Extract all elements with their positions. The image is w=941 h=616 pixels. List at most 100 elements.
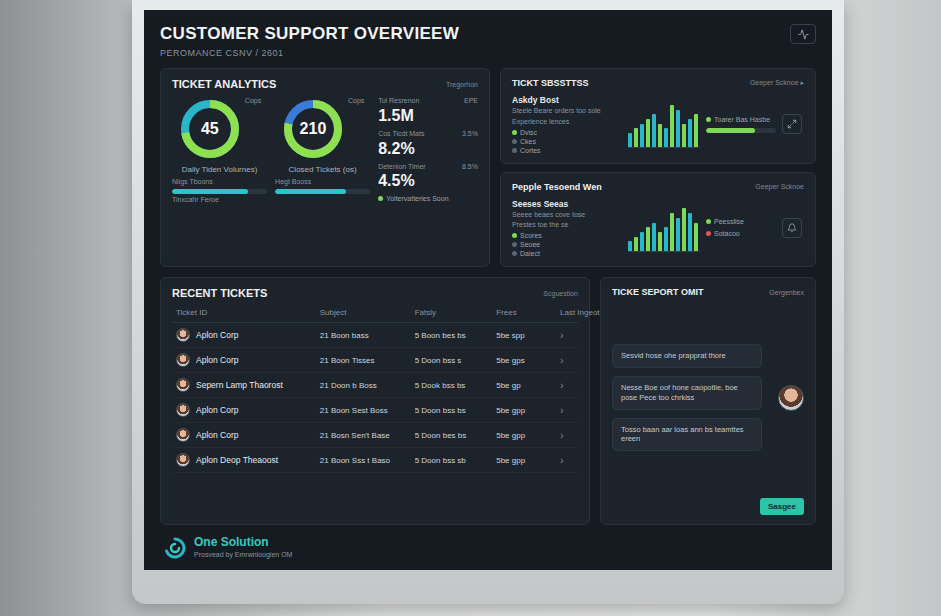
title-block: CUSTOMER SUPPORT OVERVIEEWPEROMANCE CSNV… xyxy=(160,24,459,58)
section-info: Seeses Seeas Seeee beaes cove tosePrestes… xyxy=(512,199,622,258)
legend-dot xyxy=(512,242,517,247)
donut-label: Daily Tiden Volurnes) xyxy=(182,165,258,174)
legend-dot xyxy=(512,130,517,135)
chart-bar xyxy=(694,114,698,147)
stat-row: Detenion Timer4.5%8.5% xyxy=(378,163,478,191)
chat-bubble: Nesse Boe oof hone caopotlie, boe pose P… xyxy=(612,376,762,410)
avatar xyxy=(176,328,190,342)
row-arrow[interactable]: › xyxy=(560,329,574,341)
table-row[interactable]: Aplon Corp21 Bosn Sen't Base5 Doon bes b… xyxy=(172,423,578,448)
panel-title: Pepple Tesoend Wen xyxy=(512,182,602,192)
subject-cell: 21 Doon b Boss xyxy=(320,381,409,390)
donut-bar-block: Nligs TboonsTinxcahr Feroe xyxy=(172,178,267,205)
stat-row: Cos Ticdt Mats8.2%3.5% xyxy=(378,130,478,158)
bar-label: Nligs Tboons xyxy=(172,178,267,187)
table-row[interactable]: Aplon Deop Theaoost21 Boon Sss t Baso5 D… xyxy=(172,448,578,473)
chart-bar xyxy=(682,124,686,148)
panel-link[interactable]: Geeper Scknoe ▸ xyxy=(750,79,804,87)
donut-label: Closed Tickets (os) xyxy=(289,165,357,174)
section-side: PeessliseSotacoo xyxy=(706,218,776,237)
section-button[interactable] xyxy=(782,114,802,134)
donut-wrap: 210Cops xyxy=(281,97,364,161)
chart-bar xyxy=(676,218,680,251)
legend-dot xyxy=(512,139,517,144)
section-name: Askdy Bost xyxy=(512,95,622,105)
row-arrow[interactable]: › xyxy=(560,379,574,391)
section-line: Prestes toe the se xyxy=(512,221,622,230)
activity-icon xyxy=(798,29,809,40)
table-row[interactable]: Aplon Corp21 Boon Sest Boss5 Doon bss bs… xyxy=(172,398,578,423)
bar-label: Hegt Booss xyxy=(275,178,370,187)
row-arrow[interactable]: › xyxy=(560,429,574,441)
panel-title: TICKET ANALYTICS xyxy=(172,78,276,90)
legend-item: Yoltervatteries Soon xyxy=(378,195,478,202)
table-row[interactable]: Sepern Lamp Thaorost21 Doon b Boss5 Dook… xyxy=(172,373,578,398)
bottom-row: RECENT TICKETSScguestionTicket IDSubject… xyxy=(160,277,816,525)
row-arrow[interactable]: › xyxy=(560,354,574,366)
donut-legend: Cops xyxy=(348,97,364,106)
top-row: TICKET ANALYTICSTregorhon45CopsDaily Tid… xyxy=(160,68,816,267)
chart-bar xyxy=(646,119,650,147)
priority-cell: 5 Boon bes bs xyxy=(415,331,491,340)
table-header: Ticket IDSubjectFatslyFreesLast Ingeotss xyxy=(172,306,578,323)
chat-button[interactable]: Sasgee xyxy=(760,498,804,515)
priority-cell: 5 Doon bss s xyxy=(415,356,491,365)
donut: 210 xyxy=(281,97,345,161)
table-row[interactable]: Aplon Corp21 Boon Tisses5 Doon bss s5be … xyxy=(172,348,578,373)
legend-item: Dvisc xyxy=(512,129,622,136)
chat-messages: Sesvid hose ohe prapprat thoreNesse Boe … xyxy=(612,344,770,451)
chart-bar xyxy=(634,128,638,147)
stat-main: Detenion Timer4.5% xyxy=(378,163,425,191)
tickets-table: Ticket IDSubjectFatslyFreesLast Ingeotss… xyxy=(172,306,578,473)
bell-icon xyxy=(787,223,797,233)
company-name: Sepern Lamp Thaorost xyxy=(196,380,283,390)
stat-label: Cos Ticdt Mats xyxy=(378,130,424,139)
legend-dot xyxy=(706,231,711,236)
section-name: Seeses Seeas xyxy=(512,199,622,209)
legend-dot xyxy=(512,148,517,153)
chart-bar xyxy=(670,105,674,147)
side-track xyxy=(706,128,776,133)
chart-bar xyxy=(682,208,686,250)
time-cell: 5be gpp xyxy=(496,456,554,465)
chart-bar xyxy=(628,133,632,147)
donut-legend: Cops xyxy=(245,97,261,106)
stat-main: Cos Ticdt Mats8.2% xyxy=(378,130,424,158)
row-arrow[interactable]: › xyxy=(560,404,574,416)
logo-icon xyxy=(164,537,186,559)
section-line: Experience lences xyxy=(512,118,622,127)
panel-caption: Scguestion xyxy=(543,290,578,297)
row-arrow[interactable]: › xyxy=(560,454,574,466)
subject-cell: 21 Bosn Sen't Base xyxy=(320,431,409,440)
time-cell: 5be gps xyxy=(496,356,554,365)
donut-column: 210Cops Closed Tickets (os) Hegt Booss xyxy=(275,97,370,257)
legend-dot xyxy=(512,233,517,238)
column-header: Fatsly xyxy=(415,308,491,317)
column-header: Subject xyxy=(320,308,409,317)
legend-item: Seoee xyxy=(512,241,622,248)
chart-bar xyxy=(694,223,698,251)
chart-bar xyxy=(634,237,638,251)
subject-cell: 21 Boon Sest Boss xyxy=(320,406,409,415)
brand: One SolutionProsvead by Emrwnloogien OM xyxy=(194,535,292,560)
activity-button[interactable] xyxy=(790,24,816,44)
chart-bar xyxy=(676,110,680,148)
section-line: Seeee beaes cove tose xyxy=(512,211,622,220)
panel-caption: Tregorhon xyxy=(446,81,478,88)
stat-label: Detenion Timer xyxy=(378,163,425,172)
footer: One SolutionProsvead by Emrwnloogien OM xyxy=(160,535,816,560)
panel-head: TICKET ANALYTICS Tregorhon xyxy=(172,78,478,90)
panel-link[interactable]: Geeper Scknoe xyxy=(755,183,804,190)
donut-value: 210 xyxy=(281,97,345,161)
stat-value: 8.2% xyxy=(378,140,424,158)
stat-value: 1.5M xyxy=(378,107,419,125)
section-panel: Pepple Tesoend Wen Geeper Scknoe Seeses Se… xyxy=(500,172,816,268)
donut-value: 45 xyxy=(178,97,242,161)
recent-tickets-panel: RECENT TICKETSScguestionTicket IDSubject… xyxy=(160,277,590,525)
chart-bar xyxy=(640,124,644,148)
panel-head: TICKT SBSSTTSSGeeper Scknoe ▸ xyxy=(512,78,804,88)
stat-row: Tol Resrenon1.5MEPE xyxy=(378,97,478,125)
section-button[interactable] xyxy=(782,218,802,238)
company-cell: Aplon Corp xyxy=(176,328,314,342)
table-row[interactable]: Aplon Corp21 Boon bass5 Boon bes bs5be s… xyxy=(172,323,578,348)
